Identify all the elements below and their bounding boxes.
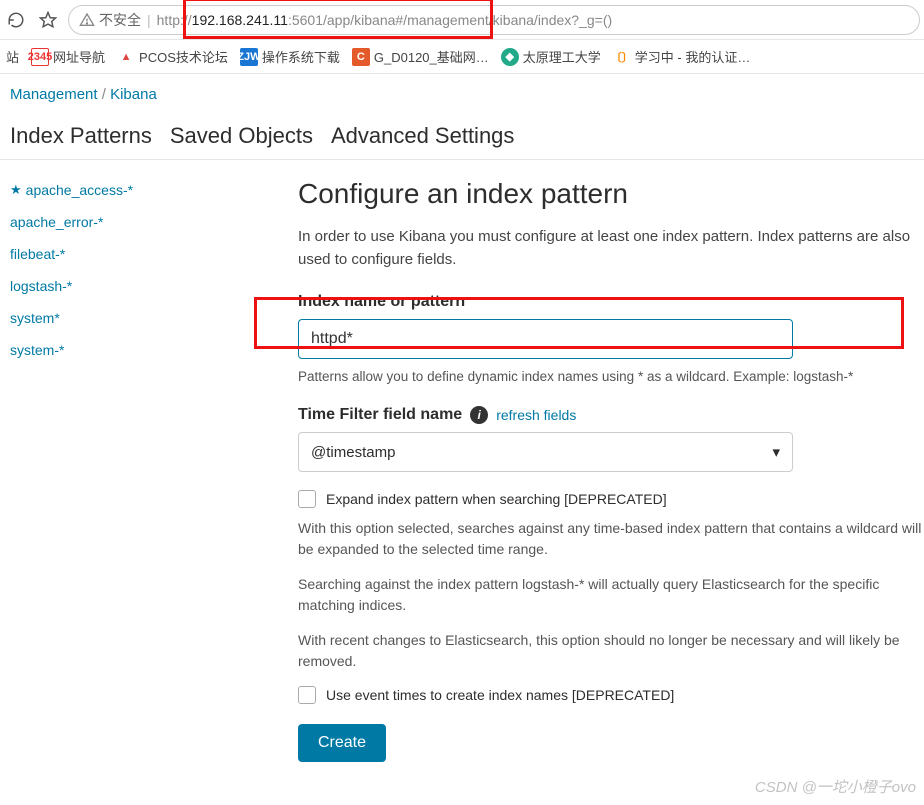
bookmark-star-icon[interactable] (36, 8, 60, 32)
bookmark-item[interactable]: ◆太原理工大学 (501, 47, 601, 66)
expand-pattern-label: Expand index pattern when searching [DEP… (326, 491, 667, 507)
default-star-icon: ★ (10, 182, 22, 198)
info-icon[interactable]: i (470, 406, 488, 424)
browser-toolbar: 不安全 | http://192.168.241.11:5601/app/kib… (0, 0, 924, 40)
create-button[interactable]: Create (298, 724, 386, 762)
url-bar[interactable]: 不安全 | http://192.168.241.11:5601/app/kib… (68, 5, 920, 35)
refresh-fields-link[interactable]: refresh fields (496, 407, 576, 423)
time-filter-select[interactable]: @timestamp ▾ (298, 432, 793, 472)
expand-desc-3: With recent changes to Elasticsearch, th… (298, 630, 924, 672)
bookmark-icon: 2345 (31, 48, 49, 66)
tabs-row: Index Patterns Saved Objects Advanced Se… (0, 115, 924, 160)
expand-desc-1: With this option selected, searches agai… (298, 518, 924, 560)
index-helper: Patterns allow you to define dynamic ind… (298, 369, 924, 384)
sidebar-item-system-dash[interactable]: system-* (10, 334, 270, 366)
bookmark-item[interactable]: 〔〕学习中 - 我的认证… (613, 47, 751, 66)
url-text: http://192.168.241.11:5601/app/kibana#/m… (157, 12, 613, 28)
time-filter-label: Time Filter field name i refresh fields (298, 406, 924, 424)
bookmark-icon: ◆ (501, 48, 519, 66)
warning-icon (79, 12, 95, 28)
sidebar-item-apache-error[interactable]: apache_error-* (10, 206, 270, 238)
bookmark-item[interactable]: 2345网址导航 (31, 47, 105, 66)
bookmark-icon: ▲ (117, 48, 135, 66)
bookmark-item[interactable]: 站 (6, 47, 19, 66)
expand-pattern-checkbox[interactable] (298, 490, 316, 508)
tab-saved-objects[interactable]: Saved Objects (170, 123, 313, 149)
event-times-row: Use event times to create index names [D… (298, 686, 924, 704)
breadcrumb-kibana[interactable]: Kibana (110, 86, 157, 103)
tab-advanced-settings[interactable]: Advanced Settings (331, 123, 514, 149)
sidebar: ★apache_access-* apache_error-* filebeat… (0, 160, 280, 782)
time-filter-value: @timestamp (311, 444, 395, 461)
intro-text: In order to use Kibana you must configur… (298, 226, 924, 271)
bookmark-icon: ZJW (240, 48, 258, 66)
index-pattern-input[interactable] (298, 319, 793, 359)
expand-desc-2: Searching against the index pattern logs… (298, 574, 924, 616)
breadcrumb: Management / Kibana (0, 74, 924, 115)
expand-pattern-row: Expand index pattern when searching [DEP… (298, 490, 924, 508)
tab-index-patterns[interactable]: Index Patterns (10, 123, 152, 149)
breadcrumb-management[interactable]: Management (10, 86, 98, 103)
index-name-label: Index name or pattern (298, 293, 924, 311)
bookmark-item[interactable]: ▲PCOS技术论坛 (117, 47, 228, 66)
insecure-label: 不安全 (99, 10, 141, 30)
sidebar-item-filebeat[interactable]: filebeat-* (10, 238, 270, 270)
sidebar-item-apache-access[interactable]: ★apache_access-* (10, 174, 270, 206)
bookmarks-bar: 站 2345网址导航 ▲PCOS技术论坛 ZJW操作系统下载 CG_D0120_… (0, 40, 924, 74)
event-times-label: Use event times to create index names [D… (326, 687, 674, 703)
reload-icon[interactable] (4, 8, 28, 32)
bookmark-icon: C (352, 48, 370, 66)
insecure-warning: 不安全 (79, 10, 141, 30)
bookmark-item[interactable]: CG_D0120_基础网… (352, 47, 489, 66)
chevron-down-icon: ▾ (772, 443, 780, 461)
url-separator: | (147, 12, 151, 28)
bookmark-icon: 〔〕 (613, 48, 631, 66)
bookmark-item[interactable]: ZJW操作系统下载 (240, 47, 340, 66)
sidebar-item-system[interactable]: system* (10, 302, 270, 334)
page-title: Configure an index pattern (298, 178, 924, 210)
event-times-checkbox[interactable] (298, 686, 316, 704)
main-pane: Configure an index pattern In order to u… (280, 160, 924, 782)
sidebar-item-logstash[interactable]: logstash-* (10, 270, 270, 302)
